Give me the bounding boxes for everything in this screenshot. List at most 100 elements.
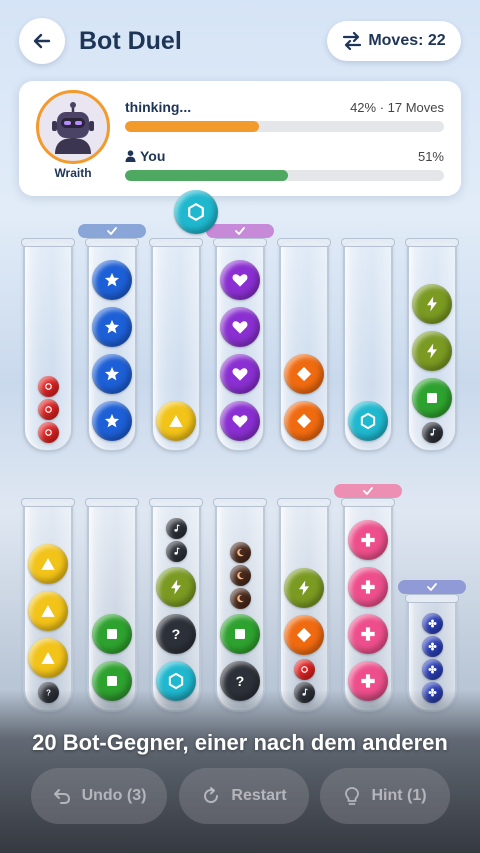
ball-olive xyxy=(412,330,452,371)
star-icon xyxy=(104,413,120,427)
triangle-icon xyxy=(41,651,55,664)
square-icon xyxy=(107,675,117,686)
ball-green xyxy=(412,377,452,418)
ball-navy xyxy=(421,659,443,680)
heart-icon xyxy=(232,320,248,334)
completed-cap xyxy=(398,580,466,594)
ball-blue xyxy=(92,353,132,394)
ball-purple xyxy=(220,306,260,347)
heart-icon xyxy=(232,367,248,381)
plus-icon xyxy=(361,673,375,688)
ball-purple xyxy=(220,400,260,441)
ball-olive xyxy=(412,283,452,324)
undo-icon xyxy=(53,789,70,804)
top-tube-1[interactable] xyxy=(21,238,75,452)
ball-yellow xyxy=(28,543,68,584)
duel-status-card: Wraith thinking... 42% · 17 Moves You 51… xyxy=(19,81,461,196)
diamond-icon xyxy=(296,413,312,428)
square-icon xyxy=(235,628,245,639)
triangle-icon xyxy=(169,414,183,427)
flower-icon xyxy=(428,619,436,628)
restart-label: Restart xyxy=(231,787,287,804)
lightbulb-icon xyxy=(345,787,360,805)
music-icon xyxy=(429,428,436,436)
completed-cap xyxy=(78,224,146,238)
person-icon xyxy=(125,150,136,162)
ball-brown xyxy=(229,542,251,563)
bolt-icon xyxy=(299,580,309,595)
circle-icon xyxy=(44,429,52,436)
check-icon xyxy=(107,227,117,235)
square-icon xyxy=(427,392,437,403)
bolt-icon xyxy=(427,343,437,358)
flower-icon xyxy=(428,642,436,651)
music-icon xyxy=(173,547,180,555)
player-percent: 51% xyxy=(417,149,444,164)
ball-dark xyxy=(421,422,443,443)
ball-dark xyxy=(165,541,187,562)
ball-teal xyxy=(348,400,388,441)
ball-yellow xyxy=(28,590,68,631)
hint-button[interactable]: Hint (1) xyxy=(320,768,450,824)
check-icon xyxy=(235,227,245,235)
ball-red xyxy=(37,376,59,397)
bot-progress-fill xyxy=(125,121,259,132)
ball-purple xyxy=(220,353,260,394)
player-progress-bar xyxy=(125,170,444,181)
ball-brown xyxy=(229,588,251,609)
flower-icon xyxy=(428,665,436,674)
player-row-label: You xyxy=(125,148,165,164)
square-icon xyxy=(107,628,117,639)
moves-counter: Moves: 22 xyxy=(327,21,461,61)
bot-avatar xyxy=(36,90,110,164)
check-icon xyxy=(427,583,437,591)
promo-caption: 20 Bot-Gegner, einer nach dem anderen xyxy=(32,730,448,755)
circle-icon xyxy=(300,666,308,673)
ball-orange xyxy=(284,353,324,394)
back-button[interactable] xyxy=(19,18,65,64)
music-icon xyxy=(173,524,180,532)
diamond-icon xyxy=(296,627,312,642)
moves-label: Moves: 22 xyxy=(368,32,446,49)
ball-orange xyxy=(284,400,324,441)
player-progress-fill xyxy=(125,170,288,181)
star-icon xyxy=(104,272,120,286)
ball-dark: ? xyxy=(156,613,196,654)
ball-orange xyxy=(284,614,324,655)
ball-green xyxy=(220,613,260,654)
undo-button[interactable]: Undo (3) xyxy=(31,768,167,824)
ball-brown xyxy=(229,565,251,586)
plus-icon xyxy=(361,626,375,641)
completed-cap xyxy=(334,484,402,498)
ball-blue xyxy=(92,400,132,441)
ball-red xyxy=(293,659,315,680)
star-icon xyxy=(104,319,120,333)
ball-green xyxy=(92,613,132,654)
ball-dark xyxy=(165,518,187,539)
bolt-icon xyxy=(171,579,181,594)
ball-blue xyxy=(92,306,132,347)
ball-navy xyxy=(421,613,443,634)
heart-icon xyxy=(232,414,248,428)
hexagon-icon xyxy=(168,672,184,689)
arrow-left-icon xyxy=(33,33,51,49)
ball-pink xyxy=(348,566,388,607)
ball-red xyxy=(37,422,59,443)
ball-purple xyxy=(220,259,260,300)
ball-blue xyxy=(92,259,132,300)
robot-icon xyxy=(52,102,94,154)
svg-text:?: ? xyxy=(172,627,181,643)
ball-navy xyxy=(421,636,443,657)
ball-yellow xyxy=(28,637,68,678)
hexagon-icon xyxy=(360,412,376,429)
plus-icon xyxy=(361,532,375,547)
triangle-icon xyxy=(41,604,55,617)
circle-icon xyxy=(44,406,52,413)
diamond-icon xyxy=(296,366,312,381)
page-title: Bot Duel xyxy=(79,27,182,55)
star-icon xyxy=(104,366,120,380)
moon-icon xyxy=(236,571,244,580)
ball-yellow xyxy=(156,400,196,441)
plus-icon xyxy=(361,579,375,594)
restart-button[interactable]: Restart xyxy=(179,768,309,824)
